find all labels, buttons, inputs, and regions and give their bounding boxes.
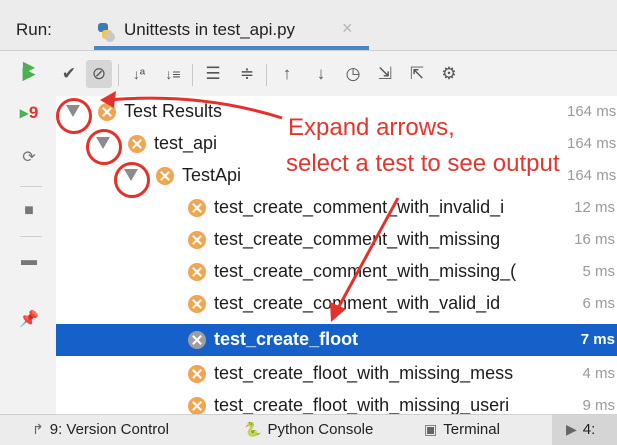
- test-duration: 164 ms: [567, 167, 617, 184]
- test-duration: 5 ms: [582, 263, 615, 280]
- test-results-tree: Test Results 164 ms test_api 164 ms Test…: [56, 96, 617, 414]
- failed-status-icon: [128, 135, 146, 153]
- terminal-tab[interactable]: ▣ Terminal: [424, 421, 500, 438]
- run-tab-label: 4:: [582, 421, 596, 438]
- settings-icon[interactable]: ⚙: [436, 60, 462, 88]
- python-icon: 🐍: [244, 421, 262, 437]
- version-control-label: 9: Version Control: [49, 421, 169, 438]
- failed-status-icon: [188, 263, 206, 281]
- failed-count: 9: [28, 103, 39, 122]
- failed-status-icon: [188, 397, 206, 414]
- export-tests-icon[interactable]: ⇱: [404, 60, 430, 88]
- annotation-ring: [56, 98, 92, 134]
- tree-row-label: test_create_floot_with_missing_mess: [214, 363, 514, 383]
- test-duration: 6 ms: [582, 295, 615, 312]
- tree-row-test[interactable]: test_create_comment_with_invalid_i 12 ms: [56, 192, 617, 224]
- test-duration: 12 ms: [574, 199, 615, 216]
- annotation-text-line2: select a test to see output: [286, 150, 560, 177]
- terminal-icon: ▣: [424, 421, 438, 437]
- failed-status-icon: [98, 103, 116, 121]
- run-tool-window-header: Run: Unittests in test_api.py ×: [0, 0, 617, 51]
- test-duration: 7 ms: [580, 331, 615, 348]
- collapse-all-icon[interactable]: ≑: [234, 60, 260, 88]
- sort-alpha-icon[interactable]: ↓ª: [126, 60, 152, 88]
- tab-title: Unittests in test_api.py: [124, 20, 296, 39]
- toggle-auto-test-icon[interactable]: ⟳: [18, 146, 40, 168]
- test-duration: 16 ms: [574, 231, 615, 248]
- failed-status-icon: [188, 199, 206, 217]
- tree-row-label: test_create_comment_with_valid_id: [214, 293, 501, 313]
- show-passed-icon[interactable]: ✔: [56, 60, 82, 88]
- tree-row-label: test_create_floot: [214, 329, 359, 349]
- annotation-text-line1: Expand arrows,: [288, 114, 455, 141]
- annotation-ring: [114, 162, 150, 198]
- test-duration: 9 ms: [582, 397, 615, 414]
- python-console-tab[interactable]: 🐍 Python Console: [244, 421, 373, 438]
- expand-all-icon[interactable]: ☰: [200, 60, 226, 88]
- failed-status-icon: [188, 331, 206, 349]
- show-ignored-icon[interactable]: ⊘: [86, 60, 112, 88]
- failed-status-icon: [188, 295, 206, 313]
- run-label: Run:: [16, 20, 52, 39]
- test-duration: 4 ms: [582, 365, 615, 382]
- active-tab-indicator: [94, 46, 369, 50]
- pin-icon[interactable]: 📌: [18, 308, 40, 330]
- rerun-failed-icon[interactable]: ▶ 9: [18, 102, 40, 124]
- annotation-ring: [86, 129, 122, 165]
- tree-row-label: test_create_floot_with_missing_useri: [214, 395, 510, 414]
- test-duration: 164 ms: [567, 103, 617, 120]
- import-tests-icon[interactable]: ⇲: [372, 60, 398, 88]
- strip-separator: [20, 186, 42, 187]
- toolbar-separator: [192, 64, 193, 86]
- tree-row-test-selected[interactable]: test_create_floot 7 ms: [56, 324, 617, 356]
- version-control-icon: ↱: [32, 421, 44, 437]
- tree-row-test[interactable]: test_create_comment_with_missing 16 ms: [56, 224, 617, 256]
- run-icon: ▶: [566, 421, 577, 437]
- history-icon[interactable]: ◷: [340, 60, 366, 88]
- left-action-strip: ▶ ▶ 9 ⟳ ■ ▬ 📌: [0, 50, 56, 410]
- toolbar-separator: [118, 64, 119, 86]
- run-icon[interactable]: ▶: [18, 56, 40, 78]
- tab-unittests[interactable]: Unittests in test_api.py ×: [94, 12, 374, 50]
- tree-row-label: test_create_comment_with_missing: [214, 229, 501, 249]
- sort-duration-icon[interactable]: ↓≡: [160, 60, 186, 88]
- tree-row-test[interactable]: test_create_comment_with_valid_id 6 ms: [56, 288, 617, 320]
- layout-icon[interactable]: ▬: [18, 250, 40, 272]
- tree-row-test[interactable]: test_create_comment_with_missing_( 5 ms: [56, 256, 617, 288]
- terminal-label: Terminal: [443, 421, 500, 438]
- next-failed-icon[interactable]: ↓: [308, 60, 334, 88]
- close-icon[interactable]: ×: [342, 18, 353, 39]
- failed-status-icon: [156, 167, 174, 185]
- toolbar-separator: [266, 64, 267, 86]
- version-control-tab[interactable]: ↱ 9: Version Control: [32, 421, 169, 438]
- python-test-icon: [98, 23, 115, 42]
- failed-status-icon: [188, 365, 206, 383]
- prev-failed-icon[interactable]: ↑: [274, 60, 300, 88]
- test-duration: 164 ms: [567, 135, 617, 152]
- bottom-tool-bar: ↱ 9: Version Control 🐍 Python Console ▣ Ter…: [0, 414, 617, 445]
- failed-status-icon: [188, 231, 206, 249]
- tree-row-test[interactable]: test_create_floot_with_missing_mess 4 ms: [56, 358, 617, 390]
- test-runner-toolbar: ▶ ✔ ⊘ ↓ª ↓≡ ☰ ≑ ↑ ↓ ◷ ⇲ ⇱ ⚙: [22, 56, 617, 92]
- run-tab[interactable]: ▶ 4:: [566, 421, 595, 438]
- tree-row-label: test_create_comment_with_invalid_i: [214, 197, 505, 217]
- tree-row-test[interactable]: test_create_floot_with_missing_useri 9 m…: [56, 390, 617, 414]
- strip-separator: [20, 236, 42, 237]
- stop-icon[interactable]: ■: [18, 200, 40, 222]
- python-console-label: Python Console: [267, 421, 374, 438]
- tree-row-label: test_create_comment_with_missing_(: [214, 261, 517, 281]
